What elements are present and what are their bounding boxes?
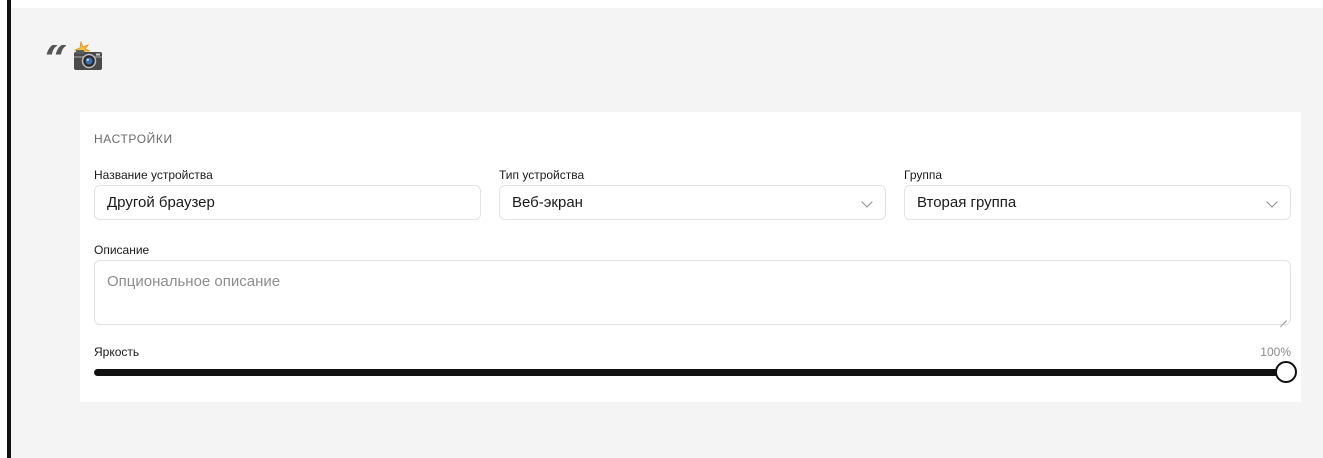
device-name-label: Название устройства	[94, 168, 213, 182]
section-title: НАСТРОЙКИ	[94, 132, 173, 146]
group-select[interactable]: Вторая группа	[904, 185, 1291, 220]
device-type-value: Веб-экран	[512, 194, 583, 211]
camera-with-flash-icon	[72, 40, 104, 71]
group-label: Группа	[904, 168, 943, 182]
resize-handle-icon[interactable]	[1280, 314, 1287, 321]
description-placeholder: Опциональное описание	[107, 273, 281, 290]
group-value: Вторая группа	[917, 194, 1017, 211]
settings-panel: НАСТРОЙКИ Название устройства Другой бра…	[80, 112, 1301, 402]
description-label: Описание	[94, 243, 150, 257]
left-gutter	[0, 0, 7, 458]
chevron-down-icon	[861, 196, 873, 208]
brightness-slider-thumb[interactable]	[1275, 361, 1297, 383]
chevron-down-icon	[1266, 196, 1278, 208]
device-name-input[interactable]: Другой браузер	[94, 185, 481, 220]
description-textarea[interactable]: Опциональное описание	[94, 260, 1291, 325]
device-type-select[interactable]: Веб-экран	[499, 185, 886, 220]
device-type-label: Тип устройства	[499, 168, 585, 182]
quote-icon: “	[45, 45, 66, 67]
brightness-label: Яркость	[94, 345, 140, 359]
header: “	[45, 40, 104, 71]
brightness-value: 100%	[1260, 345, 1291, 359]
brightness-slider-track[interactable]	[94, 369, 1282, 376]
main-area: “ НАСТРОЙКИ Название устройства Другой б…	[11, 8, 1323, 458]
device-name-value: Другой браузер	[107, 194, 215, 211]
